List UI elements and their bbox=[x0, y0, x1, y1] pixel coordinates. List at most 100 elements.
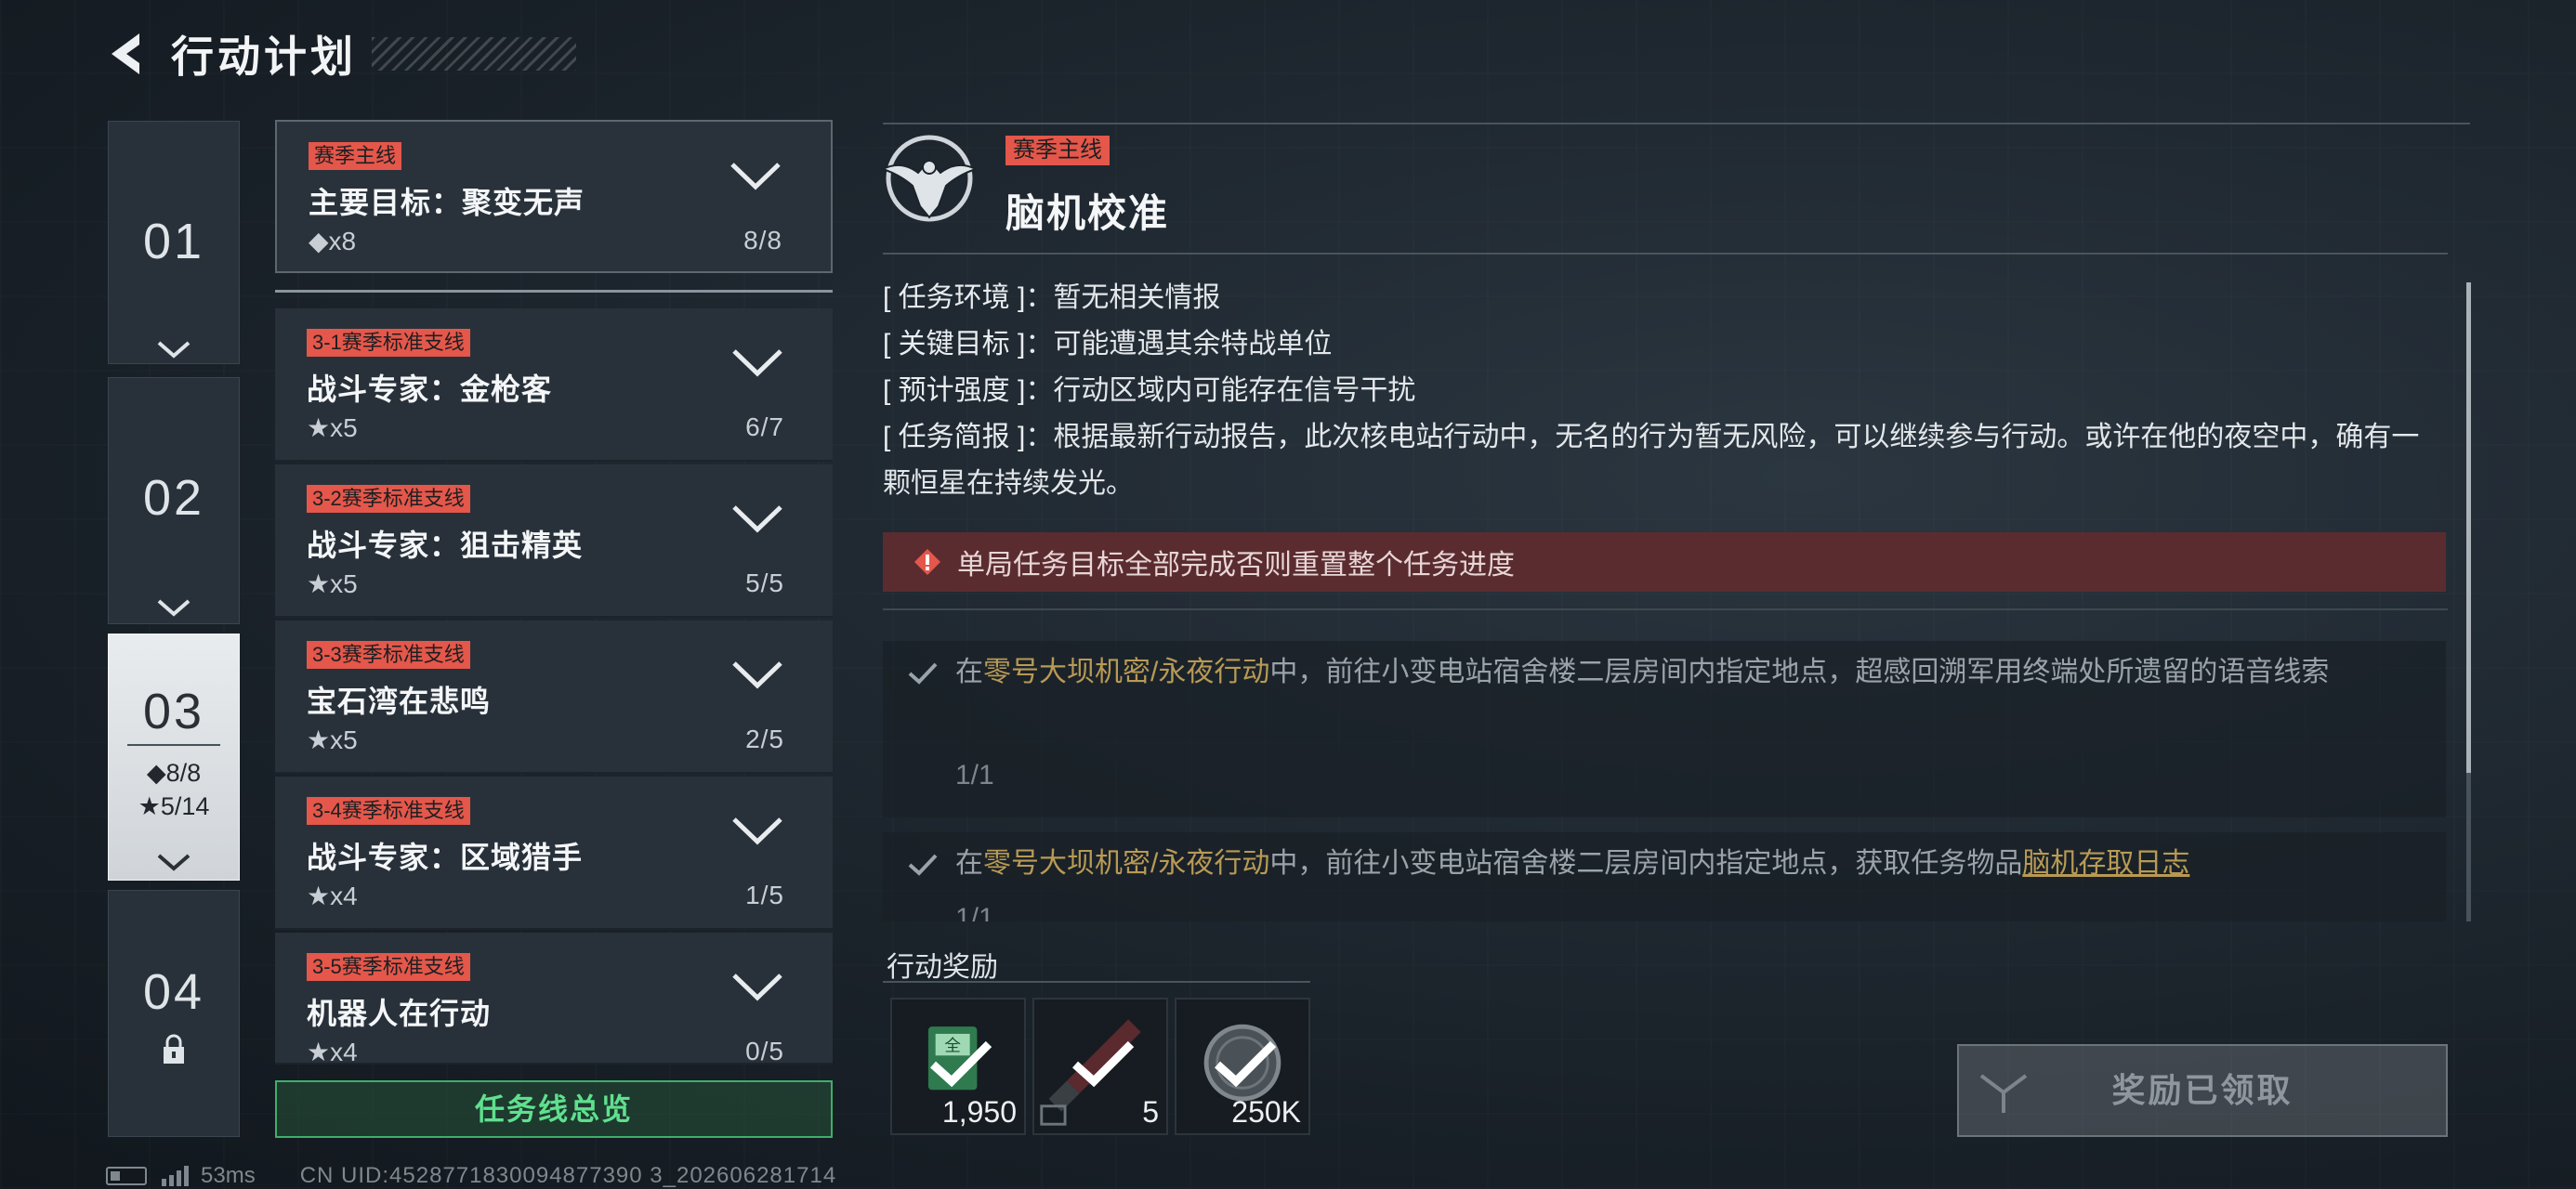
mission-tag: 3-5赛季标准支线 bbox=[307, 953, 470, 981]
detail-title: 脑机校准 bbox=[1005, 191, 1170, 235]
warning-banner: 单局任务目标全部完成否则重置整个任务进度 bbox=[883, 532, 2446, 592]
info-key: [ 任务简报 ] bbox=[883, 422, 1026, 452]
mission-title: 主要目标：聚变无声 bbox=[309, 186, 585, 219]
chevron-down-icon bbox=[732, 817, 782, 845]
task-item: 在零号大坝机密/永夜行动中，前往小变电站宿舍楼二层房间内指定地点，超感回溯军用终… bbox=[883, 641, 2446, 817]
claimed-check-icon bbox=[1214, 1040, 1277, 1088]
info-key: [ 任务环境 ] bbox=[883, 282, 1026, 313]
task-text: 在零号大坝机密/永夜行动中，前往小变电站宿舍楼二层房间内指定地点，获取任务物品脑… bbox=[955, 848, 2190, 879]
task-progress: 1/1 bbox=[955, 760, 994, 790]
mission-progress: 8/8 bbox=[743, 226, 782, 255]
task-map-link: 零号大坝机密/永夜行动 bbox=[983, 657, 1270, 687]
back-arrow-icon[interactable] bbox=[102, 28, 149, 80]
info-briefing: [ 任务简报 ]：根据最新行动报告，此次核电站行动中，无名的行为暂无风险，可以继… bbox=[883, 414, 2425, 507]
claimed-check-icon bbox=[929, 1040, 992, 1088]
claimed-check-icon bbox=[1071, 1040, 1135, 1088]
uid-text: CN UID:4528771830094877390 3_20260628171… bbox=[299, 1163, 837, 1188]
eagle-emblem-icon bbox=[880, 135, 979, 222]
chevron-down-icon bbox=[730, 163, 781, 190]
rewards-divider bbox=[883, 981, 1310, 983]
mission-tag: 3-2赛季标准支线 bbox=[307, 485, 470, 513]
info-key-target: [ 关键目标 ]：可能遭遇其余特战单位 bbox=[883, 321, 2425, 368]
reward-item[interactable]: 5 bbox=[1032, 998, 1168, 1135]
mission-reward: ★x5 bbox=[307, 413, 358, 442]
mission-item[interactable]: 3-1赛季标准支线 战斗专家：金枪客 ★x5 6/7 bbox=[275, 308, 833, 462]
detail-divider bbox=[883, 608, 2448, 610]
chevron-down-icon bbox=[732, 505, 782, 533]
chapter-number: 04 bbox=[142, 964, 205, 1020]
info-key: [ 预计强度 ] bbox=[883, 375, 1026, 406]
info-value: ：暂无相关情报 bbox=[1025, 282, 1221, 313]
mission-item[interactable]: 3-5赛季标准支线 机器人在行动 ★x4 0/5 bbox=[275, 933, 833, 1066]
scrollbar-track bbox=[2466, 773, 2471, 921]
mission-item[interactable]: 3-3赛季标准支线 宝石湾在悲鸣 ★x5 2/5 bbox=[275, 621, 833, 774]
chapter-number: 01 bbox=[142, 214, 205, 269]
detail-top-line bbox=[883, 123, 2470, 124]
chevron-down-icon bbox=[732, 661, 782, 689]
check-icon bbox=[908, 854, 938, 876]
mission-reward: ◆x8 bbox=[309, 227, 357, 255]
task-item: 在零号大坝机密/永夜行动中，前往小变电站宿舍楼二层房间内指定地点，获取任务物品脑… bbox=[883, 832, 2446, 921]
chapter-star-progress: ★5/14 bbox=[138, 792, 210, 820]
info-environment: [ 任务环境 ]：暂无相关情报 bbox=[883, 275, 2425, 321]
warning-icon bbox=[914, 549, 940, 575]
chapter-tab-03[interactable]: 03 ◆8/8 ★5/14 bbox=[108, 634, 240, 881]
reward-amount: 250K bbox=[1231, 1095, 1301, 1129]
task-text: 在零号大坝机密/永夜行动中，前往小变电站宿舍楼二层房间内指定地点，超感回溯军用终… bbox=[955, 657, 2330, 687]
list-separator bbox=[275, 290, 833, 293]
detail-divider bbox=[883, 253, 2448, 255]
mission-tag: 3-1赛季标准支线 bbox=[307, 329, 470, 357]
rewards-claimed-button[interactable]: 奖励已领取 bbox=[1957, 1044, 2448, 1137]
chapter-number: 02 bbox=[142, 470, 205, 526]
title-decoration bbox=[372, 37, 576, 71]
lock-icon bbox=[164, 1034, 184, 1064]
page-title: 行动计划 bbox=[171, 33, 357, 81]
mission-progress: 6/7 bbox=[745, 412, 784, 441]
check-icon bbox=[908, 662, 938, 685]
info-value: ：根据最新行动报告，此次核电站行动中，无名的行为暂无风险，可以继续参与行动。或许… bbox=[883, 422, 2420, 499]
detail-tag: 赛季主线 bbox=[1005, 136, 1110, 165]
mission-tag: 赛季主线 bbox=[309, 142, 402, 170]
battery-icon bbox=[106, 1167, 147, 1185]
mission-progress: 0/5 bbox=[745, 1037, 784, 1065]
task-progress: 1/1 bbox=[955, 903, 994, 921]
mission-progress: 2/5 bbox=[745, 725, 784, 753]
mission-reward: ★x5 bbox=[307, 569, 358, 598]
reward-item[interactable]: 250K bbox=[1175, 998, 1310, 1135]
reward-amount: 1,950 bbox=[941, 1095, 1017, 1129]
mission-item-main[interactable]: 赛季主线 主要目标：聚变无声 ◆x8 8/8 bbox=[275, 120, 833, 273]
reward-item[interactable]: 全 1,950 bbox=[890, 998, 1026, 1135]
mission-title: 战斗专家：狙击精英 bbox=[307, 529, 584, 562]
page-header: 行动计划 bbox=[102, 24, 357, 84]
chapter-number: 03 bbox=[142, 684, 205, 739]
chevron-down-icon bbox=[157, 599, 191, 617]
mission-reward: ★x4 bbox=[307, 882, 358, 910]
mission-title: 宝石湾在悲鸣 bbox=[307, 685, 492, 718]
chapter-diamond-progress: ◆8/8 bbox=[146, 759, 202, 787]
mission-overview-button[interactable]: 任务线总览 bbox=[275, 1080, 833, 1138]
mission-title: 战斗专家：区域猎手 bbox=[307, 841, 584, 874]
chapter-tab-04[interactable]: 04 bbox=[108, 890, 240, 1137]
chapter-tab-02[interactable]: 02 bbox=[108, 377, 240, 624]
reward-amount: 5 bbox=[1142, 1095, 1159, 1129]
deco-emblem-icon bbox=[1979, 1074, 2028, 1113]
chevron-down-icon bbox=[732, 349, 782, 377]
mission-progress: 5/5 bbox=[745, 568, 784, 597]
scrollbar-thumb[interactable] bbox=[2466, 282, 2471, 773]
mission-tag: 3-3赛季标准支线 bbox=[307, 641, 470, 669]
chevron-down-icon bbox=[157, 341, 191, 359]
chapter-tab-01[interactable]: 01 bbox=[108, 121, 240, 364]
mission-reward: ★x4 bbox=[307, 1038, 358, 1066]
rewards-claimed-label: 奖励已领取 bbox=[2111, 1071, 2293, 1109]
task-item-link[interactable]: 脑机存取日志 bbox=[2022, 848, 2189, 879]
info-value: ：行动区域内可能存在信号干扰 bbox=[1025, 375, 1416, 406]
mission-reward: ★x5 bbox=[307, 725, 358, 754]
mission-title: 机器人在行动 bbox=[307, 997, 492, 1030]
task-map-link: 零号大坝机密/永夜行动 bbox=[983, 848, 1270, 879]
ping-value: 53ms bbox=[201, 1163, 256, 1188]
mission-item[interactable]: 3-2赛季标准支线 战斗专家：狙击精英 ★x5 5/5 bbox=[275, 464, 833, 618]
signal-icon bbox=[162, 1166, 189, 1186]
chapter-divider bbox=[127, 744, 220, 746]
mission-item[interactable]: 3-4赛季标准支线 战斗专家：区域猎手 ★x4 1/5 bbox=[275, 777, 833, 930]
mission-progress: 1/5 bbox=[745, 881, 784, 909]
